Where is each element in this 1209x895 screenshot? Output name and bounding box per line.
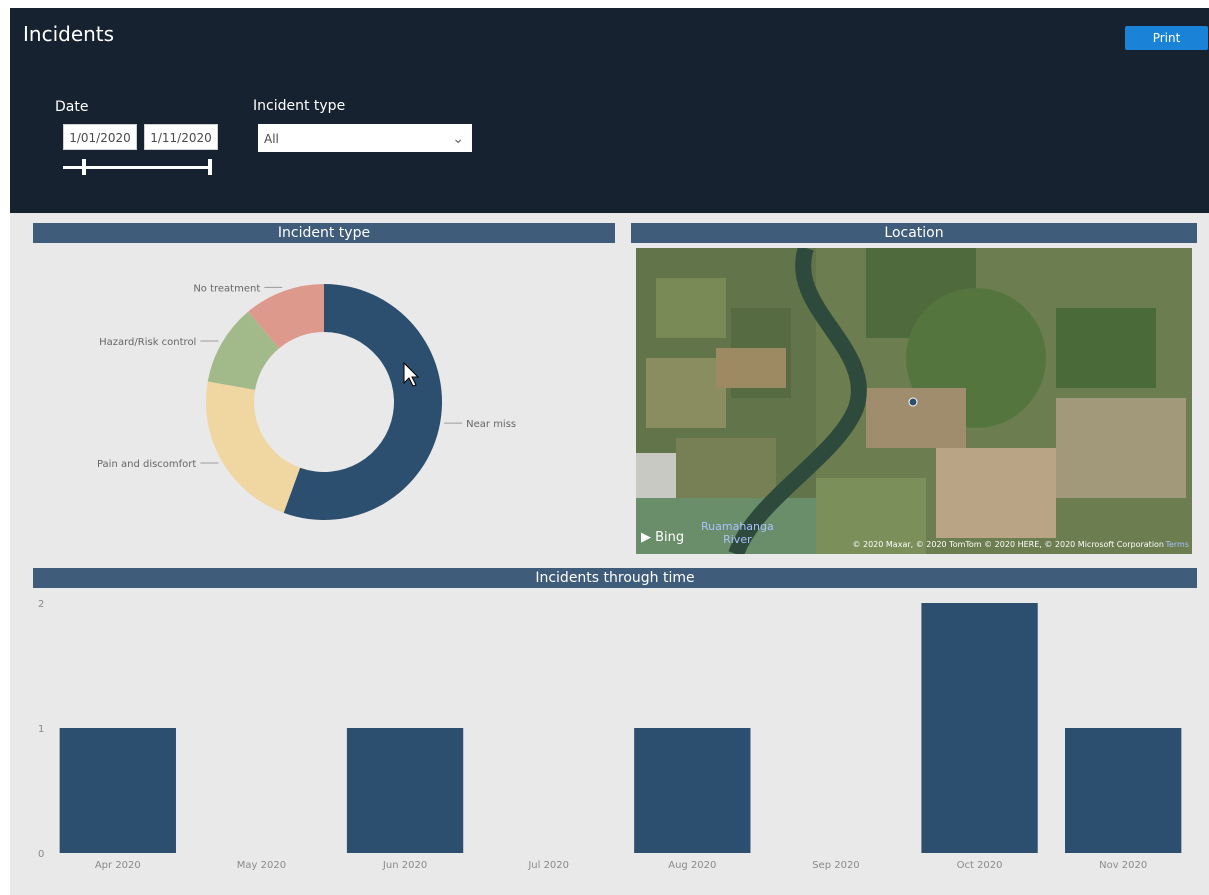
incident-type-section-title: Incident type — [33, 223, 615, 243]
x-tick-label: Sep 2020 — [812, 860, 859, 871]
donut-slice[interactable] — [205, 381, 301, 513]
mouse-cursor-icon — [403, 362, 420, 387]
header-panel: Incidents Print Date 1/01/2020 1/11/2020… — [10, 8, 1209, 213]
river-label-line2: River — [723, 533, 752, 546]
donut-slice-label: Near miss — [466, 419, 516, 430]
date-end-input[interactable]: 1/11/2020 — [144, 124, 218, 150]
bing-logo: ▶ Bing — [641, 530, 685, 545]
page-title: Incidents — [23, 22, 115, 46]
map-terms-link[interactable]: Terms — [1165, 540, 1189, 549]
timeline-section-title: Incidents through time — [33, 568, 1197, 588]
river-label: Ruamahanga River — [701, 520, 774, 546]
x-tick-label: Jun 2020 — [382, 860, 427, 871]
date-start-input[interactable]: 1/01/2020 — [63, 124, 137, 150]
bing-label: Bing — [655, 530, 685, 545]
bar[interactable] — [59, 728, 176, 853]
print-button[interactable]: Print — [1125, 26, 1208, 50]
incident-type-donut-chart[interactable]: Near miss Pain and discomfort Hazard/Risk … — [33, 245, 593, 545]
chevron-down-icon: ⌄ — [452, 131, 464, 147]
incident-type-value: All — [264, 132, 279, 146]
donut-slice-label: Hazard/Risk control — [99, 337, 196, 348]
incident-type-dropdown[interactable]: All ⌄ — [258, 124, 472, 152]
donut-slice-label: Pain and discomfort — [97, 459, 196, 470]
location-section-title: Location — [631, 223, 1197, 243]
y-tick-label: 0 — [38, 849, 44, 860]
x-tick-label: Nov 2020 — [1099, 860, 1147, 871]
y-tick-label: 1 — [38, 724, 44, 735]
x-tick-label: Jul 2020 — [527, 860, 569, 871]
bar[interactable] — [634, 728, 751, 853]
map-credit: © 2020 Maxar, © 2020 TomTom © 2020 HERE,… — [852, 540, 1164, 549]
date-slider-start-handle[interactable] — [82, 159, 87, 175]
incidents-bar-chart[interactable]: 0 1 2 Apr 2020 May 2020 Jun 2020 Jul 2020 Aug 2… — [33, 589, 1197, 874]
date-label: Date — [55, 99, 89, 115]
satellite-imagery — [636, 248, 1192, 554]
donut-slice-label: No treatment — [193, 283, 260, 294]
x-tick-label: Oct 2020 — [957, 860, 1003, 871]
x-tick-label: Aug 2020 — [668, 860, 716, 871]
y-tick-label: 2 — [38, 599, 44, 610]
river-label-line1: Ruamahanga — [701, 520, 774, 533]
x-tick-label: May 2020 — [237, 860, 286, 871]
bar[interactable] — [1065, 728, 1182, 853]
incident-type-label: Incident type — [253, 98, 346, 114]
date-slider-end-handle[interactable] — [208, 159, 212, 175]
x-tick-label: Apr 2020 — [95, 860, 141, 871]
bar[interactable] — [921, 603, 1038, 853]
bar[interactable] — [346, 728, 464, 853]
location-map[interactable]: ▶ Bing Ruamahanga River © 2020 Maxar, © 2… — [636, 248, 1192, 554]
